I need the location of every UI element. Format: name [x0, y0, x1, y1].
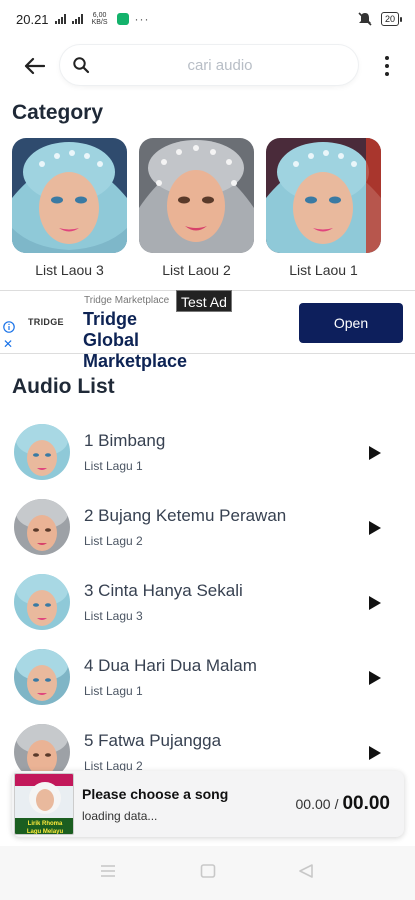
- song-title: 3 Cinta Hanya Sekali: [84, 581, 243, 600]
- test-ad-label: Test Ad: [176, 290, 232, 312]
- duration: 00.00: [342, 793, 390, 814]
- play-icon[interactable]: [369, 671, 381, 685]
- home-icon[interactable]: [200, 864, 216, 878]
- audio-list-item[interactable]: 4 Dua Hari Dua Malam List Lagu 1: [0, 639, 415, 714]
- play-icon[interactable]: [369, 596, 381, 610]
- player-status: loading data...: [82, 809, 158, 823]
- song-avatar: [14, 649, 70, 705]
- play-icon[interactable]: [369, 521, 381, 535]
- player-cover-art: Lirik Rhoma Lagu Melayu: [14, 773, 74, 835]
- song-title: 4 Dua Hari Dua Malam: [84, 656, 257, 675]
- category-label: List Laou 1: [289, 262, 358, 278]
- category-label: List Laou 3: [35, 262, 104, 278]
- search-icon: [73, 57, 90, 74]
- ad-info-icon[interactable]: [3, 321, 15, 333]
- song-list-label: List Lagu 1: [84, 684, 143, 698]
- play-icon[interactable]: [369, 746, 381, 760]
- mini-player[interactable]: Lirik Rhoma Lagu Melayu Please choose a …: [12, 771, 404, 837]
- song-avatar: [14, 574, 70, 630]
- ad-headline: Tridge Global Marketplace: [83, 309, 188, 371]
- svg-text:Lagu Melayu: Lagu Melayu: [27, 829, 64, 835]
- arrow-left-icon: [24, 57, 45, 75]
- song-avatar: [14, 724, 70, 774]
- audio-list-item[interactable]: 2 Bujang Ketemu Perawan List Lagu 2: [0, 489, 415, 564]
- play-icon[interactable]: [369, 446, 381, 460]
- battery-icon: 20: [380, 12, 403, 26]
- category-label: List Laou 2: [162, 262, 231, 278]
- ad-brand-logo: TRIDGE: [28, 317, 64, 327]
- category-list: List Laou 3 List Laou 2 List Laou 1: [12, 138, 407, 286]
- audio-list: 1 Bimbang List Lagu 1 2 Bujang Ketemu Pe…: [0, 414, 415, 774]
- ad-close-icon[interactable]: ✕: [3, 338, 13, 350]
- time-separator: /: [334, 796, 339, 812]
- song-list-label: List Lagu 2: [84, 534, 143, 548]
- search-bar[interactable]: [60, 45, 358, 85]
- signal-icon: [54, 14, 66, 24]
- mute-icon: [358, 12, 372, 26]
- category-heading: Category: [12, 101, 104, 124]
- song-list-label: List Lagu 3: [84, 609, 143, 623]
- ad-advertiser: Tridge Marketplace: [84, 295, 170, 306]
- song-title: 5 Fatwa Pujangga: [84, 731, 222, 750]
- back-nav-icon[interactable]: [298, 864, 314, 878]
- ad-open-button[interactable]: Open: [299, 303, 403, 343]
- svg-text:Lirik Rhoma: Lirik Rhoma: [28, 821, 63, 827]
- category-thumbnail: [12, 138, 127, 253]
- system-nav-bar: [0, 846, 415, 900]
- top-bar: [0, 42, 415, 90]
- audio-list-heading: Audio List: [12, 375, 115, 398]
- audio-list-item[interactable]: 1 Bimbang List Lagu 1: [0, 414, 415, 489]
- back-button[interactable]: [18, 52, 50, 80]
- player-time: 00.00/00.00: [296, 793, 390, 815]
- song-list-label: List Lagu 1: [84, 459, 143, 473]
- song-avatar: [14, 499, 70, 555]
- search-input[interactable]: [100, 45, 340, 85]
- more-options-button[interactable]: [377, 54, 397, 78]
- category-thumbnail: [139, 138, 254, 253]
- audio-list-item[interactable]: 5 Fatwa Pujangga List Lagu 2: [0, 714, 415, 774]
- player-title: Please choose a song: [82, 786, 229, 802]
- category-thumbnail: [266, 138, 381, 253]
- status-time: 20.21: [16, 11, 49, 27]
- song-avatar: [14, 424, 70, 480]
- network-speed: 6,00 KB/S: [91, 12, 108, 26]
- signal-icon-2: [71, 14, 83, 24]
- category-item[interactable]: List Laou 2: [139, 138, 254, 278]
- current-time: 00.00: [295, 796, 331, 812]
- category-item[interactable]: List Laou 1: [266, 138, 381, 278]
- app-notification-icon: [116, 13, 129, 25]
- status-bar: 20.21 6,00 KB/S ··· 20: [0, 0, 415, 38]
- audio-list-item[interactable]: 3 Cinta Hanya Sekali List Lagu 3: [0, 564, 415, 639]
- song-title: 2 Bujang Ketemu Perawan: [84, 506, 287, 525]
- song-title: 1 Bimbang: [84, 431, 166, 450]
- more-notifications-icon: ···: [134, 12, 150, 26]
- menu-icon[interactable]: [100, 864, 116, 878]
- category-item[interactable]: List Laou 3: [12, 138, 127, 278]
